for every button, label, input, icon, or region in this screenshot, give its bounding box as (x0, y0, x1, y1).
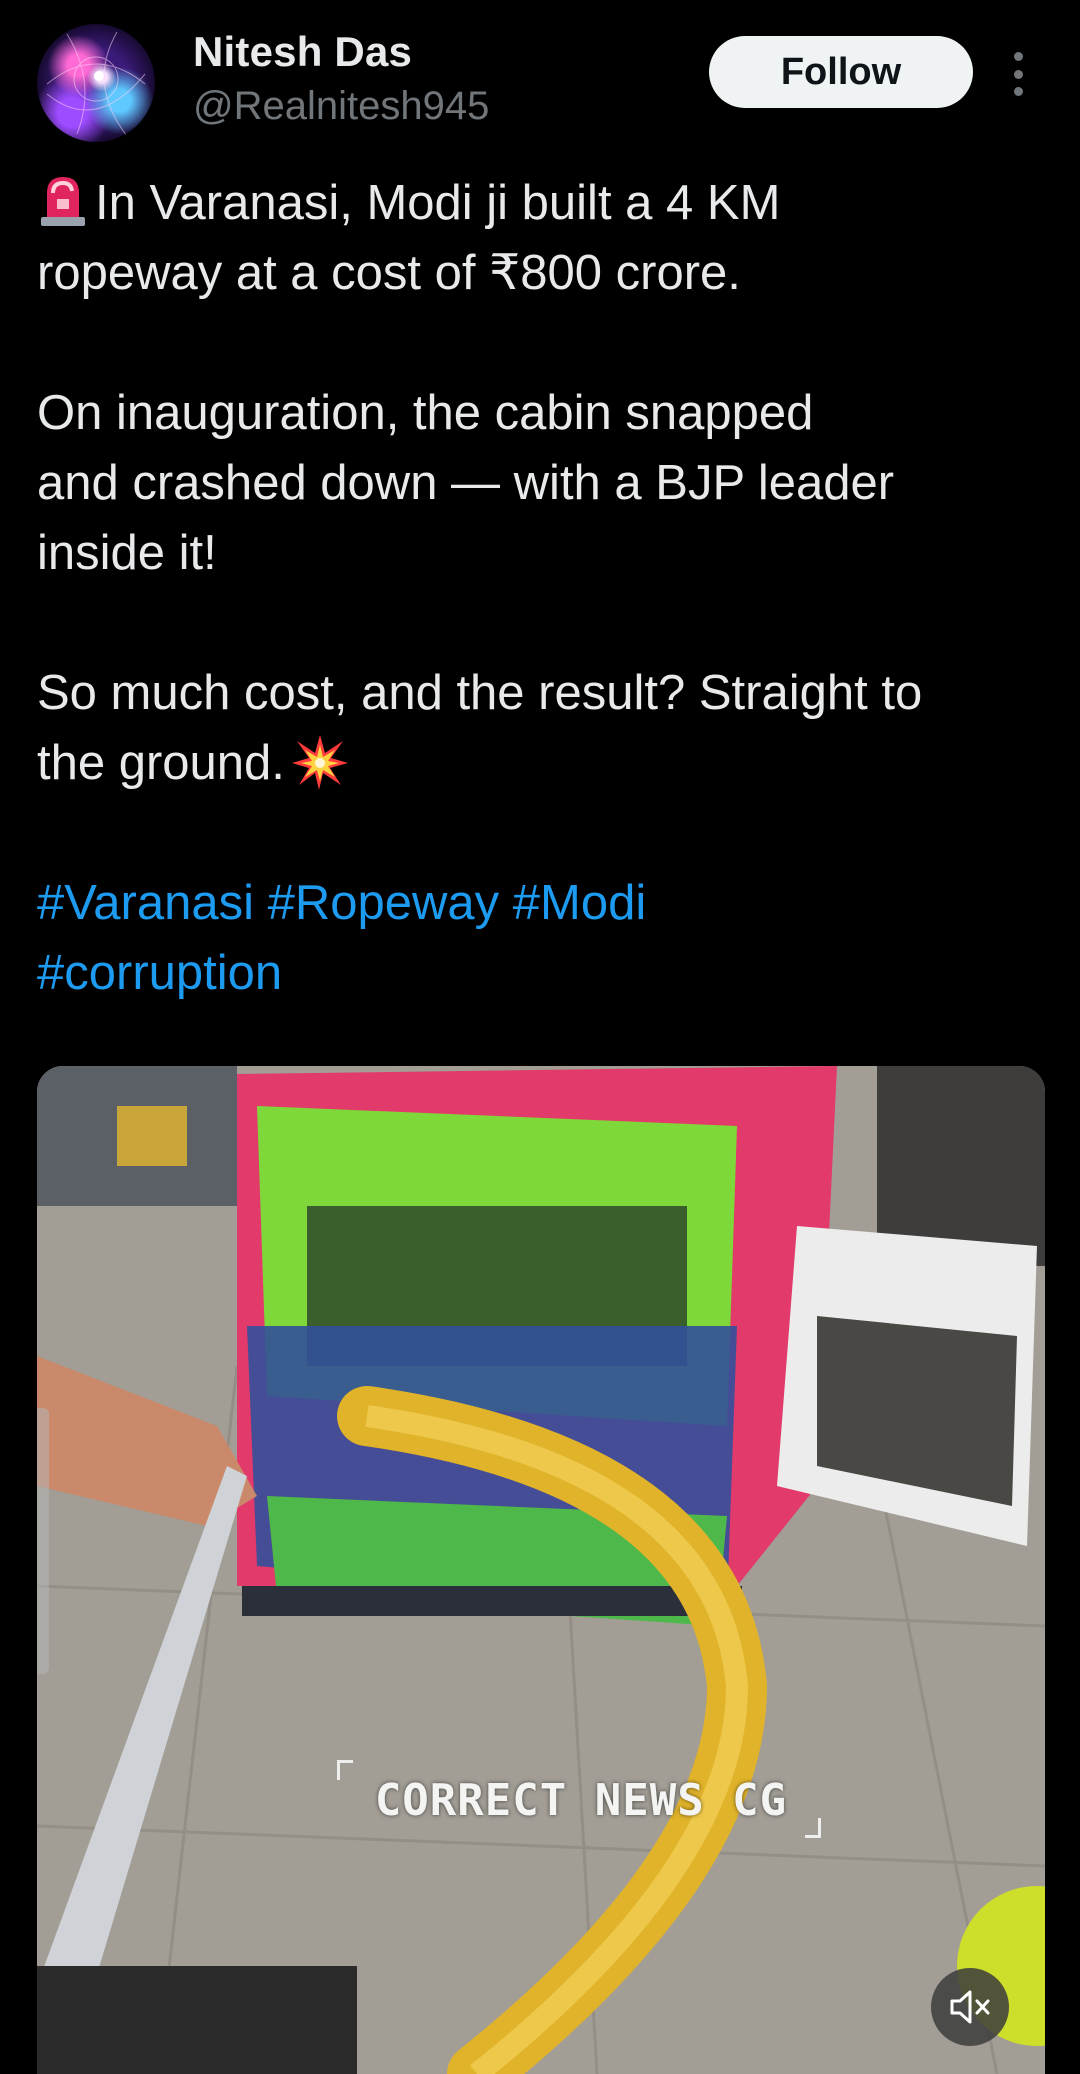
video-frame (37, 1066, 1045, 2074)
tweet-line: #corruption (37, 938, 1057, 1008)
collision-icon (291, 735, 348, 790)
tweet-text-line2: ropeway at a cost of ₹800 crore. (37, 246, 741, 300)
hashtag-link[interactable]: #Varanasi (37, 876, 254, 930)
tweet-text-para2-line2: and crashed down — with a BJP leader (37, 456, 895, 510)
tweet-text-para2-line1: On inauguration, the cabin snapped (37, 386, 814, 440)
author-handle[interactable]: @Realnitesh945 (193, 84, 489, 129)
scrub-handle[interactable] (37, 1408, 49, 1674)
tweet-text-para2-line3: inside it! (37, 526, 217, 580)
tweet-line: In Varanasi, Modi ji built a 4 KM (37, 168, 1057, 238)
tweet-text-para3-line1: So much cost, and the result? Straight t… (37, 666, 923, 720)
author-name[interactable]: Nitesh Das (193, 28, 412, 76)
more-options-icon[interactable] (1003, 46, 1033, 102)
tweet-line: the ground. (37, 728, 1057, 798)
tweet-body: In Varanasi, Modi ji built a 4 KM ropewa… (37, 168, 1057, 1008)
police-siren-icon (41, 177, 85, 226)
tweet-text-line1: In Varanasi, Modi ji built a 4 KM (95, 176, 781, 230)
video-player[interactable]: CORRECT NEWS CG (37, 1066, 1045, 2074)
hashtag-link[interactable]: #Modi (513, 876, 646, 930)
speaker-muted-icon[interactable] (931, 1968, 1009, 2046)
author-avatar[interactable] (37, 24, 155, 142)
tweet-header: Nitesh Das @Realnitesh945 Follow (37, 24, 1057, 144)
tweet-detail-page: Nitesh Das @Realnitesh945 Follow In Vara… (0, 0, 1080, 2074)
follow-button[interactable]: Follow (709, 36, 973, 108)
tweet-text-para3-line2: the ground. (37, 736, 285, 790)
hashtag-link[interactable]: #Ropeway (268, 876, 500, 930)
hashtag-link[interactable]: #corruption (37, 946, 282, 1000)
tweet-line: #Varanasi #Ropeway #Modi (37, 868, 1057, 938)
video-watermark: CORRECT NEWS CG (374, 1774, 788, 1826)
